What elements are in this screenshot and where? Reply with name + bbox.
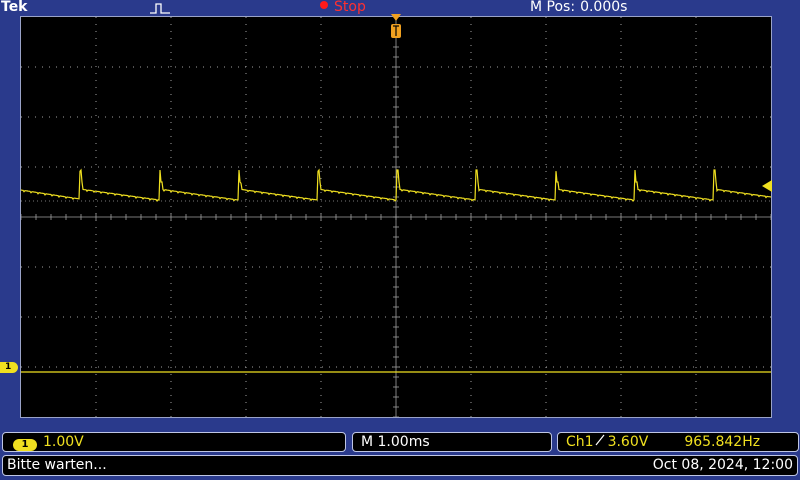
date-time: Oct 08, 2024, 12:00: [652, 457, 793, 473]
trigger-source: Ch1: [566, 434, 594, 450]
trigger-level-marker-icon[interactable]: [760, 180, 772, 192]
rising-edge-icon: [595, 434, 605, 446]
trigger-position-marker-icon[interactable]: [389, 14, 403, 42]
channel1-ground-marker[interactable]: 1: [0, 362, 18, 373]
run-status-label: Stop: [334, 0, 366, 15]
status-message: Bitte warten...: [7, 457, 107, 473]
run-status[interactable]: Stop: [320, 0, 366, 15]
trigger-readout[interactable]: Ch1 3.60V 965.842Hz: [557, 432, 799, 452]
single-pulse-icon: [150, 3, 170, 14]
waveform-display[interactable]: [20, 16, 772, 418]
message-bar: Bitte warten... Oct 08, 2024, 12:00: [2, 455, 798, 476]
stop-indicator-icon: [320, 1, 328, 9]
main-position-value: 0.000s: [580, 0, 628, 15]
trigger-frequency: 965.842Hz: [684, 434, 761, 450]
brand-logo: Tek: [1, 0, 28, 15]
graticule: [21, 17, 771, 417]
channel1-readout[interactable]: 1 1.00V: [2, 432, 346, 452]
main-position-label: M Pos:: [530, 0, 576, 15]
channel1-scale: 1.00V: [43, 434, 84, 450]
trigger-level: 3.60V: [607, 434, 649, 450]
horizontal-readout[interactable]: M 1.00ms: [352, 432, 552, 452]
channel1-badge: 1: [13, 439, 37, 451]
horizontal-scale: M 1.00ms: [361, 434, 430, 450]
main-position-readout[interactable]: M Pos: 0.000s: [530, 0, 627, 15]
